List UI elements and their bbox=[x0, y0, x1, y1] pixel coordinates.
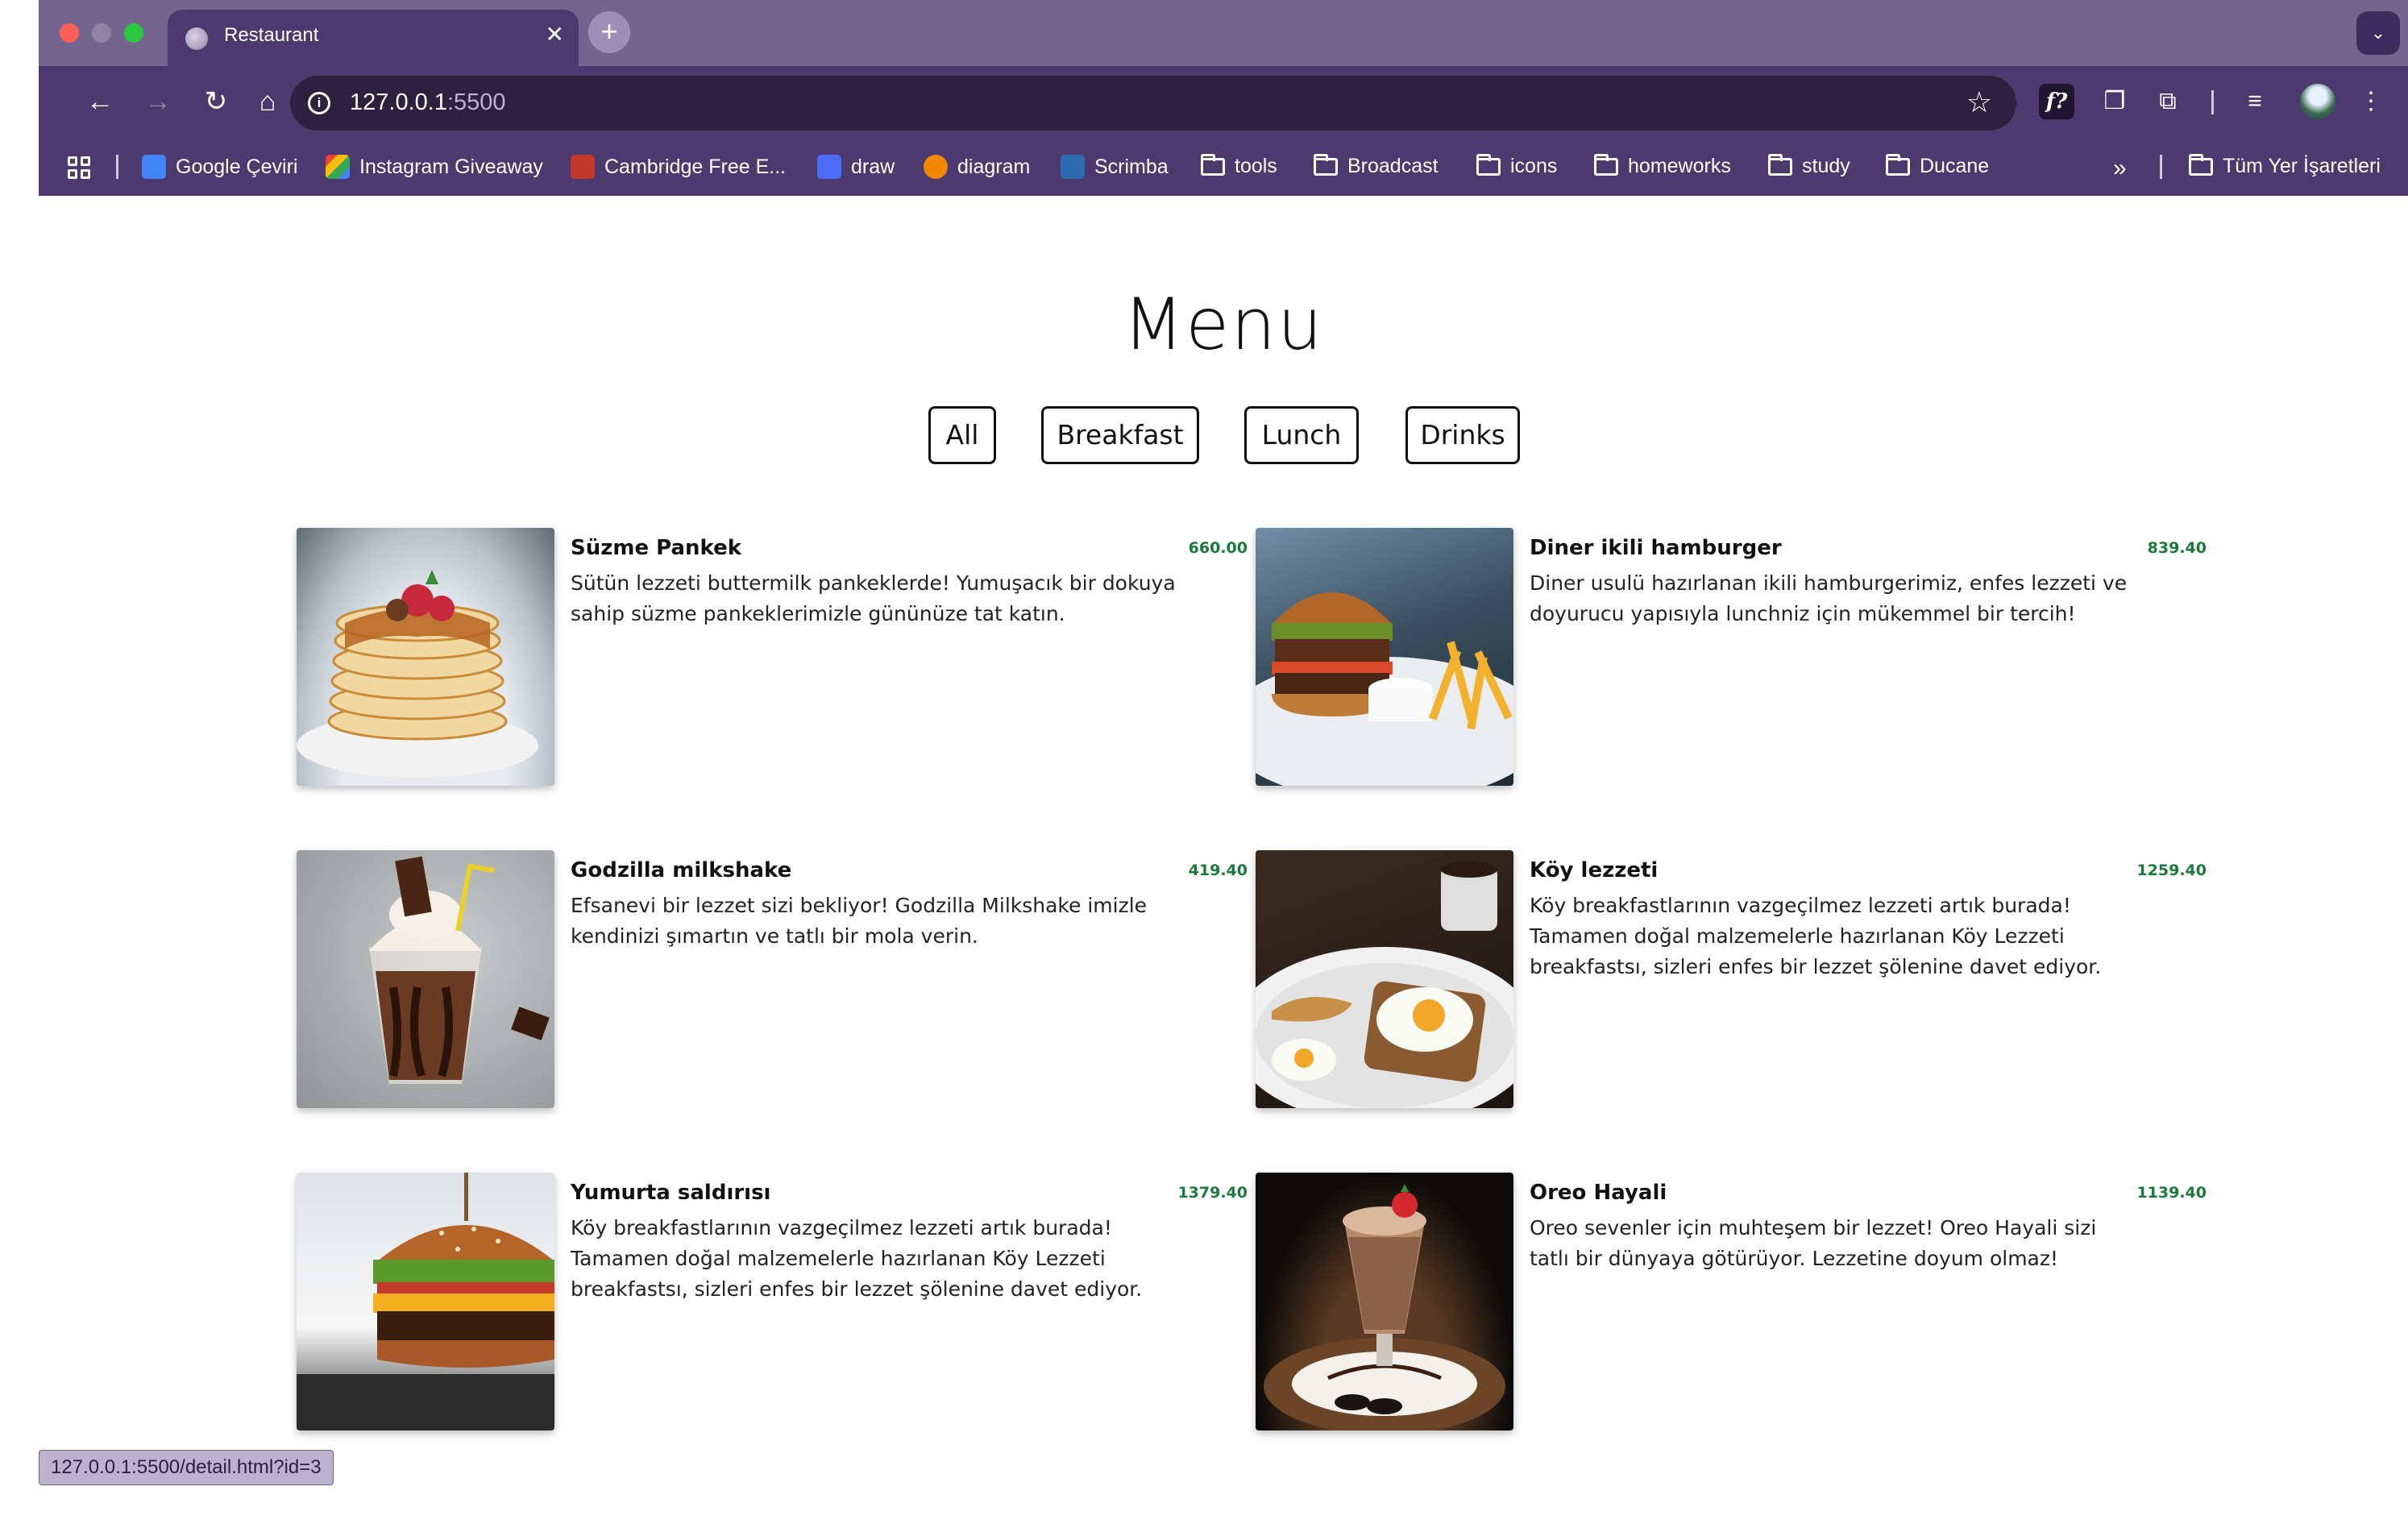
globe-icon bbox=[185, 27, 208, 50]
bookmark-instagram-giveaway[interactable]: Instagram Giveaway bbox=[326, 155, 543, 179]
bookmark-google-ceviri[interactable]: Google Çeviri bbox=[142, 155, 297, 179]
bookmark-ducane[interactable]: Ducane bbox=[1886, 153, 1989, 178]
cambridge-icon bbox=[571, 155, 595, 179]
big-burger-image[interactable] bbox=[297, 1173, 554, 1430]
back-button[interactable]: ← bbox=[82, 84, 118, 119]
folder-icon bbox=[1886, 153, 1910, 176]
burger-fries-image[interactable] bbox=[1256, 528, 1513, 786]
item-name: Oreo Hayali bbox=[1530, 1181, 1667, 1205]
maximize-window-button[interactable] bbox=[124, 23, 143, 43]
folder-icon bbox=[1476, 153, 1501, 176]
item-description: Diner usulü hazırlanan ikili hamburgerim… bbox=[1530, 571, 2128, 625]
toolbar-divider bbox=[2211, 90, 2214, 114]
more-menu-icon[interactable]: ⋮ bbox=[2353, 84, 2389, 119]
bookmark-broadcast[interactable]: Broadcast bbox=[1314, 153, 1439, 178]
url-text: 127.0.0.1:5500 bbox=[350, 89, 506, 115]
item-description: Köy breakfastlarının vazgeçilmez lezzeti… bbox=[1530, 894, 2102, 978]
menu-item-suzme-pankek[interactable]: Süzme Pankek 660.00 Sütün lezzeti butter… bbox=[297, 528, 1248, 787]
menu-item-diner-ikili-hamburger[interactable]: Diner ikili hamburger 839.40 Diner usulü… bbox=[1256, 528, 2207, 787]
item-price: 839.40 bbox=[2147, 539, 2207, 557]
apps-grid-icon[interactable] bbox=[68, 156, 90, 179]
close-tab-icon[interactable]: ✕ bbox=[546, 21, 564, 48]
filter-drinks-button[interactable]: Drinks bbox=[1405, 406, 1520, 464]
folder-icon bbox=[1594, 153, 1618, 176]
page-title: Menu bbox=[1123, 283, 1324, 366]
item-name: Godzilla milkshake bbox=[571, 858, 792, 882]
minimize-window-button[interactable] bbox=[92, 23, 111, 43]
profile-avatar[interactable] bbox=[2300, 84, 2335, 119]
folder-icon bbox=[1768, 153, 1792, 176]
bookmarks-divider bbox=[2160, 155, 2162, 179]
tab-restaurant[interactable]: Restaurant ✕ bbox=[168, 10, 579, 66]
instagram-giveaway-icon bbox=[326, 155, 350, 179]
pancake-image[interactable] bbox=[297, 528, 554, 786]
item-price: 419.40 bbox=[1188, 862, 1248, 879]
draw-icon bbox=[817, 155, 841, 179]
filter-lunch-button[interactable]: Lunch bbox=[1244, 406, 1359, 464]
address-bar[interactable]: i 127.0.0.1:5500 ☆ bbox=[290, 76, 2016, 131]
item-price: 1139.40 bbox=[2136, 1184, 2207, 1202]
item-name: Yumurta saldırısı bbox=[571, 1181, 771, 1205]
scrimba-icon bbox=[1061, 155, 1085, 179]
item-name: Köy lezzeti bbox=[1530, 858, 1659, 882]
tab-search-button[interactable]: ⌄ bbox=[2356, 11, 2400, 55]
double-chevron-right-icon: » bbox=[2113, 155, 2127, 181]
item-price: 1259.40 bbox=[2136, 862, 2207, 879]
menu-item-koy-lezzeti[interactable]: Köy lezzeti 1259.40 Köy breakfastlarının… bbox=[1256, 850, 2207, 1110]
bookmark-diagram[interactable]: diagram bbox=[924, 155, 1030, 179]
milkshake-image[interactable] bbox=[297, 850, 554, 1108]
item-price: 1379.40 bbox=[1177, 1184, 1248, 1202]
site-info-icon[interactable]: i bbox=[308, 92, 330, 114]
puzzle-extensions-icon[interactable]: ⧉ bbox=[2150, 84, 2186, 119]
bookmark-tools[interactable]: tools bbox=[1201, 153, 1277, 178]
menu-item-yumurta-saldirisi[interactable]: Yumurta saldırısı 1379.40 Köy breakfastl… bbox=[297, 1173, 1248, 1432]
menu-item-godzilla-milkshake[interactable]: Godzilla milkshake 419.40 Efsanevi bir l… bbox=[297, 850, 1248, 1110]
item-description: Efsanevi bir lezzet sizi bekliyor! Godzi… bbox=[571, 894, 1148, 948]
forward-button[interactable]: → bbox=[140, 84, 176, 119]
bookmarks-divider bbox=[116, 155, 118, 179]
toolbar: ← → ↻ ⌂ i 127.0.0.1:5500 ☆ f? ❐ ⧉ ≡ ⋮ bbox=[39, 66, 2408, 139]
oreo-milkshake-image[interactable] bbox=[1256, 1173, 1513, 1430]
bookmark-cambridge[interactable]: Cambridge Free E... bbox=[571, 155, 786, 179]
media-controls-icon[interactable]: ≡ bbox=[2237, 84, 2273, 119]
item-price: 660.00 bbox=[1188, 539, 1248, 557]
item-description: Köy breakfastlarının vazgeçilmez lezzeti… bbox=[571, 1216, 1143, 1301]
page-content: Menu All Breakfast Lunch Drinks Süzme Pa… bbox=[39, 196, 2408, 1528]
browser-chrome: Restaurant ✕ + ⌄ ← → ↻ ⌂ i 127.0.0.1:550… bbox=[39, 0, 2408, 196]
status-bar-url: 127.0.0.1:5500/detail.html?id=3 bbox=[39, 1450, 334, 1485]
bookmark-homeworks[interactable]: homeworks bbox=[1594, 153, 1731, 178]
bookmarks-bar: Google Çeviri Instagram Giveaway Cambrid… bbox=[39, 139, 2408, 196]
tab-title: Restaurant bbox=[224, 24, 319, 46]
bookmark-study[interactable]: study bbox=[1768, 153, 1850, 178]
item-description: Oreo sevenler için muhteşem bir lezzet! … bbox=[1530, 1216, 2097, 1270]
eggs-breakfast-image[interactable] bbox=[1256, 850, 1513, 1108]
item-description: Sütün lezzeti buttermilk pankeklerde! Yu… bbox=[571, 571, 1176, 625]
diagram-icon bbox=[924, 155, 948, 179]
folder-icon bbox=[1201, 153, 1225, 176]
bookmark-all-bookmarks[interactable]: Tüm Yer İşaretleri bbox=[2189, 153, 2381, 178]
tab-strip: Restaurant ✕ + ⌄ bbox=[39, 0, 2408, 66]
bookmark-draw[interactable]: draw bbox=[817, 155, 895, 179]
bookmark-icons[interactable]: icons bbox=[1476, 153, 1557, 178]
menu-item-oreo-hayali[interactable]: Oreo Hayali 1139.40 Oreo sevenler için m… bbox=[1256, 1173, 2207, 1432]
extension-icon[interactable]: ❐ bbox=[2097, 84, 2132, 119]
item-name: Süzme Pankek bbox=[571, 536, 742, 560]
close-window-button[interactable] bbox=[60, 23, 79, 43]
home-button[interactable]: ⌂ bbox=[250, 84, 285, 119]
item-name: Diner ikili hamburger bbox=[1530, 536, 1782, 560]
folder-icon bbox=[1314, 153, 1338, 176]
font-extension-icon[interactable]: f? bbox=[2039, 84, 2074, 119]
bookmark-scrimba[interactable]: Scrimba bbox=[1061, 155, 1169, 179]
bookmark-star-icon[interactable]: ☆ bbox=[1966, 85, 1992, 119]
filter-all-button[interactable]: All bbox=[928, 406, 996, 464]
google-translate-icon bbox=[142, 155, 166, 179]
filter-breakfast-button[interactable]: Breakfast bbox=[1041, 406, 1199, 464]
folder-icon bbox=[2189, 153, 2213, 176]
reload-button[interactable]: ↻ bbox=[198, 84, 234, 119]
bookmarks-overflow-button[interactable]: » bbox=[2113, 155, 2127, 182]
new-tab-button[interactable]: + bbox=[588, 11, 630, 53]
